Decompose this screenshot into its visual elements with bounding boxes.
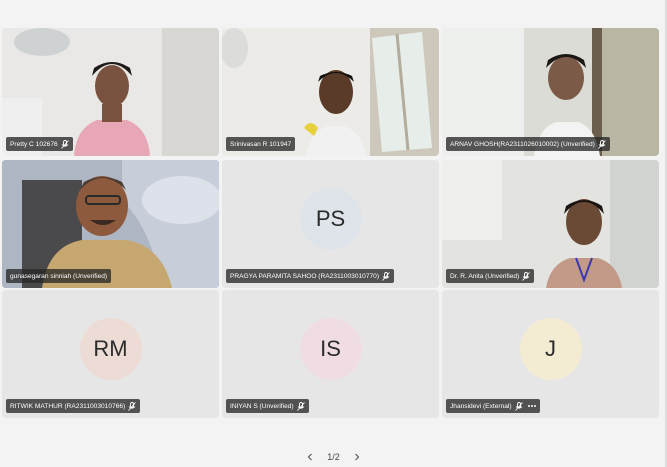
participant-tile-anita[interactable]: Dr. R. Anita (Unverified) [442,160,659,288]
participant-nameplate: gunasegaran sinniah (Unverified) [6,269,112,283]
participant-tile-gunasegaran[interactable]: gunasegaran sinniah (Unverified) [2,160,219,288]
participant-name: Jhansidevi (External) [450,402,512,410]
participant-nameplate: RITWIK MATHUR (RA2311003010766) [6,399,141,413]
mic-off-icon [514,401,523,411]
page-indicator: 1/2 [327,452,340,462]
participant-tile-srinivasan[interactable]: Srinivasan R 101947 [222,28,439,156]
participant-name: Dr. R. Anita (Unverified) [450,272,520,280]
participant-name: ARNAV GHOSH(RA2311026010002) (Unverified… [450,140,595,148]
participant-tile-ritwik[interactable]: RM RITWIK MATHUR (RA2311003010766) [2,290,219,418]
participant-nameplate: Srinivasan R 101947 [226,137,296,151]
participant-nameplate: Jhansidevi (External) [446,399,540,413]
mic-off-icon [296,401,305,411]
participant-grid: Pretty C 102676 Srinivasan R 101947 ARNA… [0,28,667,418]
meeting-stage: Pretty C 102676 Srinivasan R 101947 ARNA… [0,0,667,467]
mic-off-icon [60,139,69,149]
participant-tile-pragya[interactable]: PS PRAGYA PARAMITA SAHOO (RA231100301077… [222,160,439,288]
chevron-left-icon[interactable] [305,452,315,462]
participant-nameplate: INIYAN S (Unverified) [226,399,309,413]
participant-name: RITWIK MATHUR (RA2311003010766) [10,402,126,410]
participant-name: Pretty C 102676 [10,140,58,148]
participant-nameplate: ARNAV GHOSH(RA2311026010002) (Unverified… [446,137,610,151]
participant-tile-arnav[interactable]: ARNAV GHOSH(RA2311026010002) (Unverified… [442,28,659,156]
participant-nameplate: Pretty C 102676 [6,137,73,151]
mic-off-icon [522,271,531,281]
participant-avatar: J [519,318,582,380]
participant-avatar: RM [79,318,142,380]
chevron-right-icon[interactable] [352,452,362,462]
participant-name: Srinivasan R 101947 [230,140,292,148]
mic-off-icon [382,271,390,281]
participant-tile-iniyan[interactable]: IS INIYAN S (Unverified) [222,290,439,418]
mic-off-icon [128,401,137,411]
participant-avatar: PS [299,188,362,250]
page-navigator: 1/2 [0,452,667,462]
mic-off-icon [598,139,606,149]
more-icon[interactable] [527,405,536,407]
participant-name: PRAGYA PARAMITA SAHOO (RA2311003010770) [230,272,380,280]
participant-tile-jhansidevi[interactable]: J Jhansidevi (External) [442,290,659,418]
participant-name: INIYAN S (Unverified) [230,402,294,410]
participant-nameplate: Dr. R. Anita (Unverified) [446,269,535,283]
participant-tile-pretty[interactable]: Pretty C 102676 [2,28,219,156]
participant-nameplate: PRAGYA PARAMITA SAHOO (RA2311003010770) [226,269,395,283]
participant-avatar: IS [299,318,362,380]
participant-name: gunasegaran sinniah (Unverified) [10,272,108,280]
